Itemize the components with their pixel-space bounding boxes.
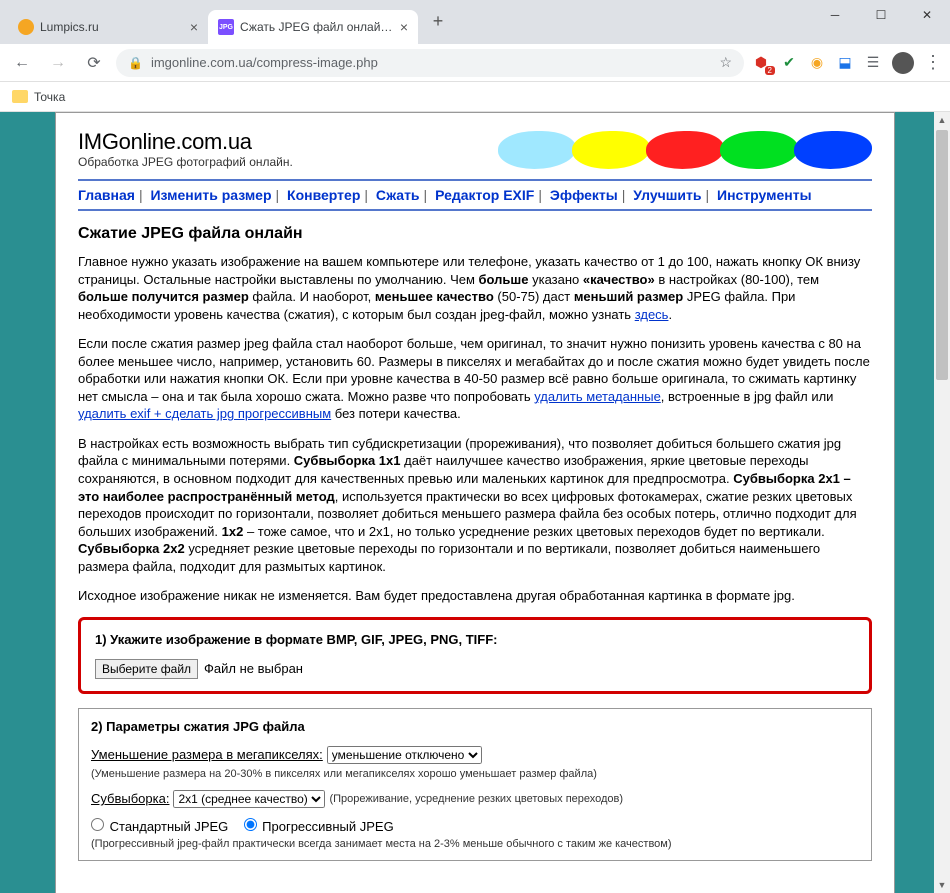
scroll-down-arrow[interactable]: ▼	[934, 877, 950, 893]
browser-toolbar: ← → ⟳ 🔒 imgonline.com.ua/compress-image.…	[0, 44, 950, 82]
tab-title: Сжать JPEG файл онлайн - IMG	[240, 20, 394, 34]
blob-green	[720, 131, 798, 169]
tab-lumpics[interactable]: Lumpics.ru ×	[8, 10, 208, 44]
site-tagline: Обработка JPEG фотографий онлайн.	[78, 155, 293, 169]
subsample-label: Субвыборка:	[91, 791, 169, 806]
link-here[interactable]: здесь	[635, 307, 669, 322]
extensions-area: ⬢ ✔ ◉ ⬓ ☰ ⋮	[752, 52, 942, 74]
megapixel-label: Уменьшение размера в мегапикселях:	[91, 747, 323, 762]
window-titlebar: Lumpics.ru × JPG Сжать JPEG файл онлайн …	[0, 0, 950, 44]
radio-standard[interactable]	[91, 818, 104, 831]
color-blobs	[502, 129, 872, 171]
blob-red	[646, 131, 724, 169]
site-logo-text: IMGonline.com.ua	[78, 129, 293, 155]
file-status-text: Файл не выбран	[204, 661, 303, 676]
nav-exif[interactable]: Редактор EXIF	[435, 187, 534, 203]
tab-imgonline[interactable]: JPG Сжать JPEG файл онлайн - IMG ×	[208, 10, 418, 44]
subsample-hint: (Прореживание, усреднение резких цветовы…	[329, 793, 623, 805]
extension-adblock-icon[interactable]: ⬢	[752, 54, 770, 72]
vertical-scrollbar[interactable]: ▲ ▼	[934, 112, 950, 893]
close-icon[interactable]: ×	[190, 19, 198, 35]
scroll-thumb[interactable]	[936, 130, 948, 380]
nav-improve[interactable]: Улучшить	[633, 187, 701, 203]
section-compression: 2) Параметры сжатия JPG файла Уменьшение…	[78, 708, 872, 861]
tab-strip: Lumpics.ru × JPG Сжать JPEG файл онлайн …	[8, 10, 418, 44]
back-button[interactable]: ←	[8, 49, 36, 77]
blob-cyan	[498, 131, 576, 169]
intro-paragraph-4: Исходное изображение никак не изменяется…	[78, 587, 872, 605]
new-tab-button[interactable]: +	[424, 7, 452, 35]
section-2-title: 2) Параметры сжатия JPG файла	[91, 719, 859, 734]
intro-paragraph-2: Если после сжатия размер jpeg файла стал…	[78, 335, 872, 423]
profile-avatar[interactable]	[892, 52, 914, 74]
address-bar[interactable]: 🔒 imgonline.com.ua/compress-image.php ☆	[116, 49, 744, 77]
extension-globe-icon[interactable]: ◉	[808, 54, 826, 72]
radio-standard-label[interactable]: Стандартный JPEG	[91, 818, 228, 834]
reload-button[interactable]: ⟳	[80, 49, 108, 77]
page-content: IMGonline.com.ua Обработка JPEG фотограф…	[55, 112, 895, 893]
megapixel-hint: (Уменьшение размера на 20-30% в пикселях…	[91, 768, 859, 780]
lock-icon: 🔒	[128, 56, 143, 70]
window-controls: ─ ☐ ✕	[812, 0, 950, 30]
reading-list-icon[interactable]: ☰	[864, 54, 882, 72]
main-nav: Главная| Изменить размер| Конвертер| Сжа…	[78, 179, 872, 211]
nav-converter[interactable]: Конвертер	[287, 187, 360, 203]
intro-paragraph-3: В настройках есть возможность выбрать ти…	[78, 435, 872, 575]
file-input-row: Выберите файл Файл не выбран	[95, 659, 855, 679]
site-header: IMGonline.com.ua Обработка JPEG фотограф…	[78, 129, 872, 171]
scroll-up-arrow[interactable]: ▲	[934, 112, 950, 128]
section-1-title: 1) Укажите изображение в формате BMP, GI…	[95, 632, 855, 647]
blob-yellow	[572, 131, 650, 169]
choose-file-button[interactable]: Выберите файл	[95, 659, 198, 679]
link-delete-exif[interactable]: удалить exif + сделать jpg прогрессивным	[78, 406, 331, 421]
bookmarks-bar: Точка	[0, 82, 950, 112]
maximize-button[interactable]: ☐	[858, 0, 904, 30]
page-viewport: IMGonline.com.ua Обработка JPEG фотограф…	[0, 112, 950, 893]
bookmark-item[interactable]: Точка	[34, 90, 65, 104]
radio-progressive-label[interactable]: Прогрессивный JPEG	[244, 818, 394, 834]
intro-paragraph-1: Главное нужно указать изображение на ваш…	[78, 253, 872, 323]
radio-progressive[interactable]	[244, 818, 257, 831]
forward-button[interactable]: →	[44, 49, 72, 77]
close-icon[interactable]: ×	[400, 19, 408, 35]
nav-home[interactable]: Главная	[78, 187, 135, 203]
progressive-hint: (Прогрессивный jpeg-файл практически все…	[91, 838, 859, 850]
nav-tools[interactable]: Инструменты	[717, 187, 812, 203]
page-title: Сжатие JPEG файла онлайн	[78, 225, 872, 243]
close-window-button[interactable]: ✕	[904, 0, 950, 30]
megapixel-select[interactable]: уменьшение отключено	[327, 746, 482, 764]
blob-blue	[794, 131, 872, 169]
logo-block: IMGonline.com.ua Обработка JPEG фотограф…	[78, 129, 293, 169]
favicon-lumpics	[18, 19, 34, 35]
bookmark-star-icon[interactable]: ☆	[719, 54, 732, 71]
extension-check-icon[interactable]: ✔	[780, 54, 798, 72]
tab-title: Lumpics.ru	[40, 20, 184, 34]
subsample-select[interactable]: 2x1 (среднее качество)	[173, 790, 325, 808]
url-text: imgonline.com.ua/compress-image.php	[151, 55, 711, 70]
folder-icon	[12, 90, 28, 103]
nav-compress[interactable]: Сжать	[376, 187, 420, 203]
minimize-button[interactable]: ─	[812, 0, 858, 30]
favicon-imgonline: JPG	[218, 19, 234, 35]
nav-effects[interactable]: Эффекты	[550, 187, 618, 203]
menu-button[interactable]: ⋮	[924, 52, 942, 73]
link-delete-metadata[interactable]: удалить метаданные	[534, 389, 661, 404]
nav-resize[interactable]: Изменить размер	[150, 187, 271, 203]
section-upload: 1) Укажите изображение в формате BMP, GI…	[78, 617, 872, 694]
extension-box-icon[interactable]: ⬓	[836, 54, 854, 72]
